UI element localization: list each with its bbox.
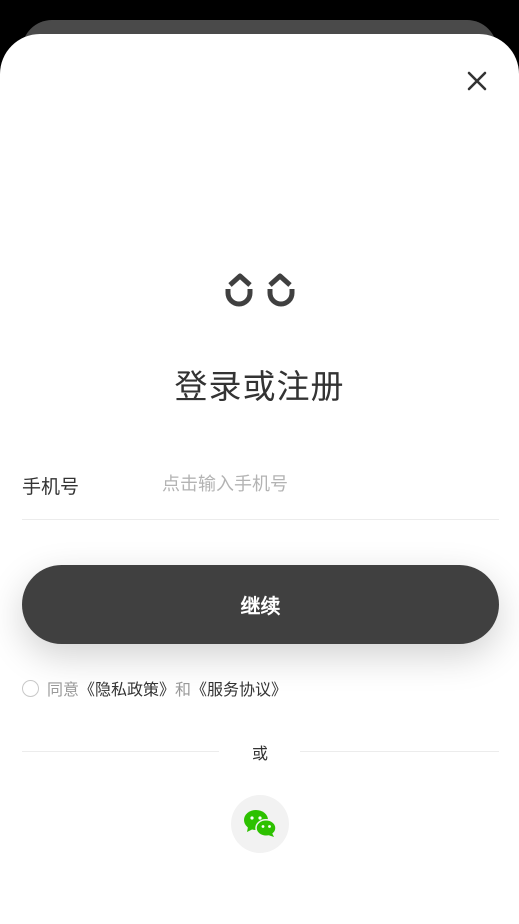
phone-input[interactable] <box>162 468 492 500</box>
wechat-icon <box>244 810 277 837</box>
continue-button[interactable]: 继续 <box>22 565 499 644</box>
phone-label: 手机号 <box>22 476 80 498</box>
phone-divider <box>22 519 499 520</box>
login-sheet: 登录或注册 手机号 继续 同意 《隐私政策》 和 《服务协议》 或 <box>0 34 519 924</box>
logo-icon <box>225 273 295 307</box>
close-button[interactable] <box>462 66 492 96</box>
privacy-policy-link[interactable]: 《隐私政策》 <box>79 676 175 700</box>
agreement-conjunction: 和 <box>175 680 192 699</box>
divider-right <box>300 751 499 752</box>
agree-checkbox[interactable] <box>22 679 39 697</box>
close-icon <box>467 71 487 91</box>
divider-left <box>22 751 219 752</box>
wechat-login-button[interactable] <box>231 795 289 853</box>
agreement-prefix: 同意 <box>47 680 80 699</box>
agreement-row: 同意 《隐私政策》 和 《服务协议》 <box>22 677 287 699</box>
or-divider-text: 或 <box>251 744 268 763</box>
page-title: 登录或注册 <box>174 367 345 406</box>
service-agreement-link[interactable]: 《服务协议》 <box>191 676 287 700</box>
